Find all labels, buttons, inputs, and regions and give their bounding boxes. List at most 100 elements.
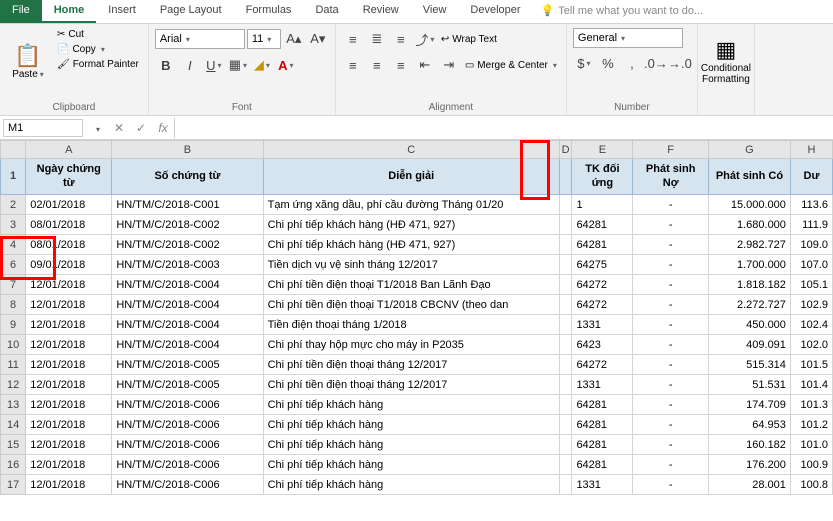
cell-d[interactable] (559, 195, 572, 215)
hdr-bal[interactable]: Dư (790, 159, 832, 195)
cell-docno[interactable]: HN/TM/C/2018-C001 (112, 195, 263, 215)
cell-credit[interactable]: 515.314 (708, 355, 790, 375)
cell-date[interactable]: 08/01/2018 (26, 215, 112, 235)
cell-docno[interactable]: HN/TM/C/2018-C002 (112, 215, 263, 235)
row-header[interactable]: 12 (1, 375, 26, 395)
cell-date[interactable]: 12/01/2018 (26, 275, 112, 295)
comma-format-icon[interactable]: , (621, 52, 643, 74)
cell-credit[interactable]: 450.000 (708, 315, 790, 335)
table-row[interactable]: 1412/01/2018HN/TM/C/2018-C006Chi phí tiế… (1, 415, 833, 435)
tab-page-layout[interactable]: Page Layout (148, 0, 234, 23)
cell-desc[interactable]: Tiền điện thoại tháng 1/2018 (263, 315, 559, 335)
table-row[interactable]: 1112/01/2018HN/TM/C/2018-C005Chi phí tiề… (1, 355, 833, 375)
table-row[interactable]: 609/01/2018HN/TM/C/2018-C003Tiền dịch vụ… (1, 255, 833, 275)
cell-balance[interactable]: 100.8 (790, 475, 832, 495)
hdr-acct[interactable]: TK đối ứng (572, 159, 633, 195)
cell-debit[interactable]: - (633, 215, 709, 235)
cell-balance[interactable]: 111.9 (790, 215, 832, 235)
merge-center-button[interactable]: ▭Merge & Center (462, 59, 560, 72)
font-size-select[interactable]: 11 (247, 29, 281, 49)
tab-insert[interactable]: Insert (96, 0, 148, 23)
cell-acct[interactable]: 64281 (572, 235, 633, 255)
underline-button[interactable]: U (203, 54, 225, 76)
hdr-docno[interactable]: Số chứng từ (112, 159, 263, 195)
align-right-icon[interactable]: ≡ (390, 54, 412, 76)
cell-d[interactable] (559, 255, 572, 275)
header-row[interactable]: 1 Ngày chứng từ Số chứng từ Diễn giải TK… (1, 159, 833, 195)
cell-d[interactable] (559, 215, 572, 235)
cell-docno[interactable]: HN/TM/C/2018-C004 (112, 295, 263, 315)
hdr-debit[interactable]: Phát sinh Nợ (633, 159, 709, 195)
cell-credit[interactable]: 176.200 (708, 455, 790, 475)
copy-button[interactable]: 📄Copy (54, 43, 142, 56)
align-left-icon[interactable]: ≡ (342, 54, 364, 76)
cell-date[interactable]: 12/01/2018 (26, 295, 112, 315)
align-top-icon[interactable]: ≡ (342, 28, 364, 50)
cell-credit[interactable]: 2.982.727 (708, 235, 790, 255)
cell-acct[interactable]: 64281 (572, 215, 633, 235)
cell-debit[interactable]: - (633, 395, 709, 415)
fill-color-button[interactable]: ◢ (251, 54, 273, 76)
table-row[interactable]: 1312/01/2018HN/TM/C/2018-C006Chi phí tiế… (1, 395, 833, 415)
cell-acct[interactable]: 1331 (572, 315, 633, 335)
cell-docno[interactable]: HN/TM/C/2018-C006 (112, 435, 263, 455)
number-format-select[interactable]: General (573, 28, 683, 48)
cell-balance[interactable]: 101.0 (790, 435, 832, 455)
cell-date[interactable]: 09/01/2018 (26, 255, 112, 275)
table-row[interactable]: 712/01/2018HN/TM/C/2018-C004Chi phí tiền… (1, 275, 833, 295)
decrease-font-icon[interactable]: A▾ (307, 28, 329, 50)
cell-acct[interactable]: 64272 (572, 295, 633, 315)
cell-debit[interactable]: - (633, 375, 709, 395)
hdr-d[interactable] (559, 159, 572, 195)
fx-icon[interactable]: fx (152, 121, 174, 135)
formula-input[interactable] (174, 118, 833, 138)
cell-desc[interactable]: Tiền dịch vụ vệ sinh tháng 12/2017 (263, 255, 559, 275)
cell-d[interactable] (559, 375, 572, 395)
cell-date[interactable]: 12/01/2018 (26, 455, 112, 475)
cell-date[interactable]: 08/01/2018 (26, 235, 112, 255)
cancel-formula-icon[interactable]: ✕ (108, 121, 130, 135)
cell-credit[interactable]: 1.680.000 (708, 215, 790, 235)
tab-review[interactable]: Review (351, 0, 411, 23)
cell-d[interactable] (559, 235, 572, 255)
cell-date[interactable]: 12/01/2018 (26, 435, 112, 455)
cell-desc[interactable]: Chi phí tiền điện thoại tháng 12/2017 (263, 355, 559, 375)
row-header[interactable]: 6 (1, 255, 26, 275)
sheet-table[interactable]: A B C D E F G H 1 Ngày chứng từ Số chứng… (0, 140, 833, 495)
cell-docno[interactable]: HN/TM/C/2018-C005 (112, 375, 263, 395)
table-row[interactable]: 1712/01/2018HN/TM/C/2018-C006Chi phí tiế… (1, 475, 833, 495)
orientation-icon[interactable]: ⤴ (414, 28, 436, 50)
cell-credit[interactable]: 51.531 (708, 375, 790, 395)
align-center-icon[interactable]: ≡ (366, 54, 388, 76)
cell-debit[interactable]: - (633, 455, 709, 475)
italic-button[interactable]: I (179, 54, 201, 76)
tell-me-search[interactable]: 💡Tell me what you want to do... (533, 0, 712, 23)
cell-desc[interactable]: Chi phí tiếp khách hàng (263, 435, 559, 455)
indent-inc-icon[interactable]: ⇥ (438, 54, 460, 76)
col-G[interactable]: G (708, 141, 790, 159)
cell-credit[interactable]: 1.700.000 (708, 255, 790, 275)
indent-dec-icon[interactable]: ⇤ (414, 54, 436, 76)
namebox-dropdown[interactable] (86, 121, 108, 135)
bold-button[interactable]: B (155, 54, 177, 76)
cell-desc[interactable]: Chi phí thay hộp mực cho máy in P2035 (263, 335, 559, 355)
cell-debit[interactable]: - (633, 315, 709, 335)
cell-debit[interactable]: - (633, 475, 709, 495)
table-row[interactable]: 308/01/2018HN/TM/C/2018-C002Chi phí tiếp… (1, 215, 833, 235)
cell-credit[interactable]: 160.182 (708, 435, 790, 455)
cell-desc[interactable]: Chi phí tiếp khách hàng (HĐ 471, 927) (263, 215, 559, 235)
cell-d[interactable] (559, 395, 572, 415)
cell-date[interactable]: 12/01/2018 (26, 395, 112, 415)
cell-acct[interactable]: 64272 (572, 275, 633, 295)
cell-debit[interactable]: - (633, 235, 709, 255)
tab-view[interactable]: View (411, 0, 459, 23)
increase-decimal-icon[interactable]: .0→ (645, 52, 667, 74)
cell-balance[interactable]: 101.4 (790, 375, 832, 395)
cell-desc[interactable]: Chi phí tiếp khách hàng (HĐ 471, 927) (263, 235, 559, 255)
wrap-text-button[interactable]: ↩Wrap Text (438, 33, 500, 46)
col-F[interactable]: F (633, 141, 709, 159)
column-headers[interactable]: A B C D E F G H (1, 141, 833, 159)
decrease-decimal-icon[interactable]: →.0 (669, 52, 691, 74)
cell-d[interactable] (559, 335, 572, 355)
cell-d[interactable] (559, 315, 572, 335)
